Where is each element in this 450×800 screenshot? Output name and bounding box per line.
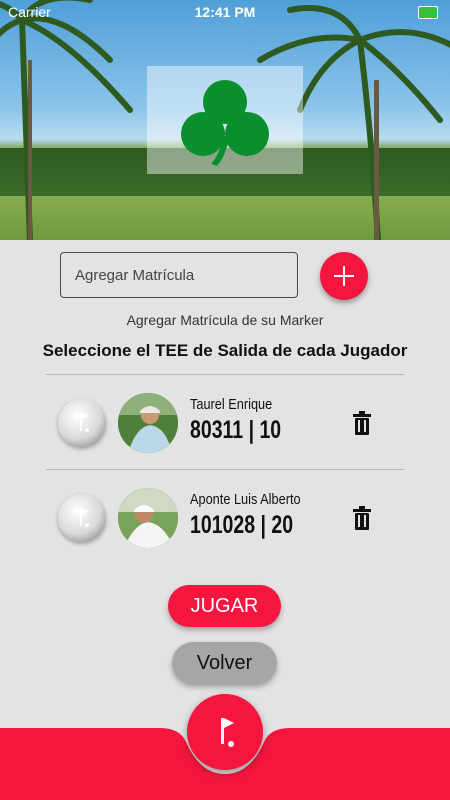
play-button[interactable]: JUGAR [168,585,281,627]
tee-select-button[interactable] [58,494,106,542]
golf-flag-icon [80,413,89,432]
player-name: Aponte Luis Alberto [190,491,301,508]
player-avatar [118,488,178,548]
player-avatar [118,393,178,453]
add-matricula-button[interactable] [320,252,368,300]
divider [46,374,404,375]
player-name: Taurel Enrique [190,396,273,413]
back-button[interactable]: Volver [172,642,277,684]
trash-icon[interactable] [352,506,372,530]
header-golf-course-image: Carrier 12:41 PM [0,0,450,240]
club-logo [147,66,303,174]
section-title: Seleccione el TEE de Salida de cada Juga… [42,341,408,360]
matricula-input[interactable] [60,252,298,298]
trash-icon[interactable] [352,411,372,435]
status-bar: Carrier 12:41 PM [0,4,450,22]
golf-flag-fab-button[interactable] [187,694,263,770]
divider [46,469,404,470]
golf-flag-icon [80,508,89,527]
plus-icon [334,266,354,286]
clock-label: 12:41 PM [194,4,256,20]
golf-flag-icon [221,718,234,747]
clover-icon [181,80,269,166]
battery-icon [418,6,438,19]
tee-select-button[interactable] [58,399,106,447]
player-row: Taurel Enrique 80311 | 10 [0,382,450,462]
player-matricula-handicap: 101028 | 20 [190,511,294,539]
player-row: Aponte Luis Alberto 101028 | 20 [0,477,450,557]
matricula-helper-text: Agregar Matrícula de su Marker [126,312,324,328]
player-matricula-handicap: 80311 | 10 [190,416,282,444]
